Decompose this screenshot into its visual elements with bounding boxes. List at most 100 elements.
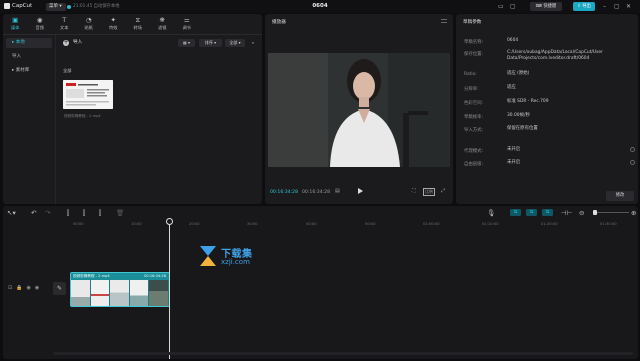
folder-label: 全部 <box>63 68 72 73</box>
media-panel: ▣ 媒体 ◉ 音频 T 文本 ◔ 贴纸 ✦ 特效 ⧖ 转场 ❋ 滤镜 ⚌ 调节 ▸ 本地 导入 … <box>3 14 262 204</box>
sidebar-item-local[interactable]: ▸ 本地 <box>6 38 52 48</box>
effects-icon: ✦ <box>110 16 116 24</box>
tab-effects[interactable]: ✦ 特效 <box>101 14 126 34</box>
frame-rate-value: 30.00帧/秒 <box>507 113 530 118</box>
ruler-label: 10:00 <box>131 222 142 226</box>
auto-snap-icon[interactable]: ⇆ <box>526 209 537 216</box>
sticker-icon: ◔ <box>85 16 92 24</box>
timeline-toolbar: ↖▾ ↶ ↷ ⫿ ⫿ ⫿ 🗑 🎙 ⇆ ⇆ ⇆ ⊣⊢ ⊖ ⊕ <box>3 206 638 221</box>
draft-name-value: 0604 <box>507 38 519 43</box>
search-icon[interactable]: ⌕ <box>248 39 258 47</box>
details-panel: 草稿参数 草稿名称: 0604 保存位置: C:/Users/xubag/App… <box>456 14 638 204</box>
adjust-icon: ⚌ <box>183 16 190 24</box>
tab-adjust[interactable]: ⚌ 调节 <box>175 14 200 34</box>
split-icon[interactable]: ⫿ <box>67 209 69 218</box>
detail-label: 草稿帧率: <box>464 115 484 120</box>
preview-axis-icon[interactable]: ⊣⊢ <box>561 209 572 217</box>
microphone-icon[interactable]: 🎙 <box>487 209 495 217</box>
video-clip[interactable]: 视频剪辑教程 - 2.mp4 00:16:34:28 <box>70 272 170 307</box>
redo-icon[interactable]: ↷ <box>45 209 50 217</box>
select-tool-icon[interactable]: ↖▾ <box>7 209 16 217</box>
export-button[interactable]: ⇪ 导出 <box>573 2 595 11</box>
zoom-in-icon[interactable]: ⊕ <box>631 209 636 217</box>
tab-filters[interactable]: ❋ 滤镜 <box>150 14 175 34</box>
tab-audio[interactable]: ◉ 音频 <box>28 14 53 34</box>
detail-label: Ratio: <box>464 72 477 77</box>
detail-label: 草稿名称: <box>464 40 484 45</box>
total-timecode: 00:16:34:28 <box>302 190 331 195</box>
playhead-line[interactable] <box>169 219 170 359</box>
tab-media[interactable]: ▣ 媒体 <box>3 14 28 34</box>
watermark-subtitle: xzji.com <box>221 258 250 266</box>
sidebar-item-library[interactable]: ▸ 素材库 <box>6 66 52 76</box>
media-sidebar: ▸ 本地 导入 ▸ 素材库 <box>6 38 52 80</box>
tab-text[interactable]: T 文本 <box>52 14 77 34</box>
resolution-value: 适应 <box>507 85 516 90</box>
details-title: 草稿参数 <box>463 20 482 25</box>
info-icon[interactable] <box>630 147 635 152</box>
play-icon[interactable] <box>358 188 363 194</box>
plus-icon: + <box>63 38 69 46</box>
video-preview[interactable] <box>268 53 450 167</box>
filter-dropdown[interactable]: 全部 ▾ <box>225 39 245 47</box>
minimize-icon[interactable]: – <box>603 3 606 10</box>
text-icon: T <box>62 16 67 24</box>
shortcut-button[interactable]: ⌨ 快捷键 <box>530 2 562 11</box>
split-right-icon[interactable]: ⫿ <box>99 209 101 218</box>
ruler-label: 00:00 <box>73 222 84 226</box>
detail-label: 代理模式: <box>464 149 484 154</box>
import-mode-value: 保留在原有位置 <box>507 126 538 131</box>
ratio-button[interactable]: 比例 <box>423 188 435 196</box>
track-eye-icon[interactable]: ⊡ <box>8 285 12 291</box>
info-icon[interactable] <box>630 160 635 165</box>
monitor-icon[interactable]: ▢ <box>510 3 516 10</box>
link-main-track-icon[interactable]: ⇆ <box>510 209 521 216</box>
maximize-icon[interactable]: ▢ <box>614 3 620 10</box>
cover-edit-icon[interactable]: ✎ <box>53 282 66 295</box>
undo-icon[interactable]: ↶ <box>31 209 36 217</box>
free-layer-value: 未开启 <box>507 160 521 165</box>
player-title: 播放器 <box>272 20 286 25</box>
media-icon: ▣ <box>12 16 19 24</box>
sort-dropdown[interactable]: 排序 ▾ <box>199 39 222 47</box>
zoom-slider[interactable] <box>597 212 629 213</box>
clip-header: 视频剪辑教程 - 2.mp4 00:16:34:28 <box>71 273 169 280</box>
track-lock-icon[interactable]: 🔒 <box>16 285 22 291</box>
ruler-label: 01:30:00 <box>600 222 617 226</box>
fullscreen-icon[interactable]: ⤢ <box>441 188 445 194</box>
transition-icon: ⧖ <box>135 16 141 24</box>
close-icon[interactable]: ✕ <box>626 3 631 10</box>
view-toggle[interactable]: ▦ ▾ <box>178 39 195 47</box>
player-menu-icon[interactable] <box>441 19 447 23</box>
keyboard-icon: ⌨ <box>535 4 542 9</box>
filter-icon: ❋ <box>159 16 165 24</box>
linkage-icon[interactable]: ⇆ <box>542 209 553 216</box>
timeline-scrollbar[interactable] <box>53 352 633 355</box>
clip-duration: 00:16:34:28 <box>144 274 166 278</box>
track-audio-icon[interactable]: ◉ <box>35 285 39 291</box>
import-button[interactable]: + 导入 <box>63 38 82 47</box>
detail-label: 自由层级: <box>464 162 484 167</box>
tab-stickers[interactable]: ◔ 贴纸 <box>77 14 102 34</box>
track-visibility-icon[interactable]: ◉ <box>26 285 30 291</box>
ruler-label: 01:00:00 <box>423 222 440 226</box>
ruler-label: 01:10:00 <box>482 222 499 226</box>
split-left-icon[interactable]: ⫿ <box>83 209 85 218</box>
current-timecode: 00:16:34:28 <box>270 190 299 195</box>
timecode-list-icon[interactable]: ▤ <box>335 188 340 194</box>
media-thumbnail[interactable] <box>63 80 113 109</box>
delete-icon[interactable]: 🗑 <box>116 209 124 217</box>
color-space-value: 标准 SDR - Rec.709 <box>507 99 549 104</box>
ruler-label: 20:00 <box>189 222 200 226</box>
detail-label: 导入方式: <box>464 128 484 133</box>
sidebar-item-import[interactable]: 导入 <box>6 52 52 62</box>
media-tabs: ▣ 媒体 ◉ 音频 T 文本 ◔ 贴纸 ✦ 特效 ⧖ 转场 ❋ 滤镜 ⚌ 调节 <box>3 14 199 34</box>
fit-screen-icon[interactable]: ⛶ <box>412 188 416 194</box>
tab-transitions[interactable]: ⧖ 转场 <box>126 14 151 34</box>
modify-button[interactable]: 修改 <box>606 191 634 201</box>
layout-icon[interactable]: ▭ <box>498 3 504 10</box>
zoom-out-icon[interactable]: ⊖ <box>579 209 584 217</box>
timeline-ruler[interactable]: 00:00 10:00 20:00 30:00 40:00 50:00 01:0… <box>69 220 638 230</box>
ruler-label: 50:00 <box>365 222 376 226</box>
playhead-handle[interactable] <box>166 218 173 225</box>
